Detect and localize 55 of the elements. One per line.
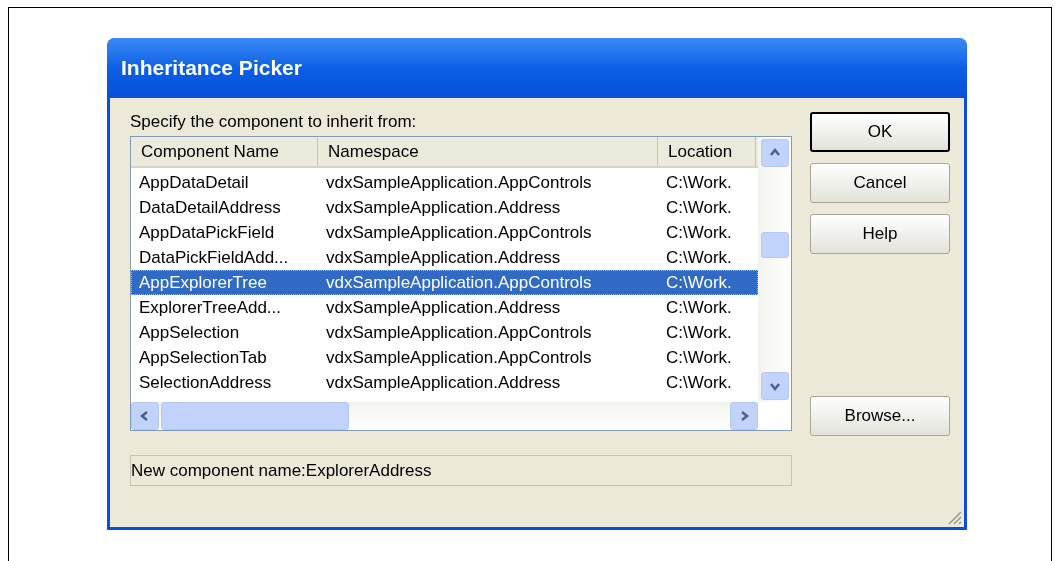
table-cell-text: C:\Work. <box>665 246 733 269</box>
window-title: Inheritance Picker <box>121 55 302 82</box>
table-row[interactable]: AppDataPickField vdxSampleApplication.AppControls C:\Work. <box>131 220 758 245</box>
table-cell-text: C:\Work. <box>665 321 733 344</box>
dialog-button[interactable]: OK <box>810 112 950 152</box>
table-cell-text: AppSelectionTab <box>138 346 268 369</box>
table-cell-text: AppSelection <box>138 321 241 344</box>
table-cell-text: vdxSampleApplication.AppControls <box>325 221 593 244</box>
table-cell-text: C:\Work. <box>665 296 733 319</box>
table-row[interactable]: ExplorerTreeAdd... vdxSampleApplication.Address C:\Work. <box>131 295 758 320</box>
table-cell-text: C:\Work. <box>665 171 733 194</box>
browse-button[interactable]: Browse... <box>810 396 950 436</box>
table-cell-text: vdxSampleApplication.AppControls <box>325 321 593 344</box>
table-row[interactable]: AppSelection vdxSampleApplication.AppControls C:\Work. <box>131 320 758 345</box>
table-cell-text: vdxSampleApplication.Address <box>325 196 562 219</box>
scroll-down-button[interactable] <box>760 372 789 400</box>
table-row[interactable]: AppSelectionTab vdxSampleApplication.AppControls C:\Work. <box>131 345 758 370</box>
table-cell-text: SelectionAddress <box>138 371 273 394</box>
table-cell-text: DataPickFieldAdd... <box>138 246 290 269</box>
table-cell-text: vdxSampleApplication.AppControls <box>325 346 593 369</box>
table-cell-text: C:\Work. <box>665 346 733 369</box>
status-field: New component name:ExplorerAddress <box>130 455 792 486</box>
table-cell-text: vdxSampleApplication.Address <box>325 296 562 319</box>
table-cell-text: C:\Work. <box>665 221 733 244</box>
scroll-thumb[interactable] <box>161 402 349 430</box>
dialog-button[interactable]: Help <box>810 214 950 254</box>
table-cell-text: AppDataDetail <box>138 171 250 194</box>
prompt-label: Specify the component to inherit from: <box>130 112 418 132</box>
table-row[interactable]: DataDetailAddress vdxSampleApplication.Address C:\Work. <box>131 195 758 220</box>
table-cell-text: AppExplorerTree <box>138 271 268 294</box>
scroll-thumb[interactable] <box>760 231 789 258</box>
vertical-scrollbar[interactable] <box>758 137 791 402</box>
table-cell-text: vdxSampleApplication.AppControls <box>325 171 593 194</box>
table-cell-text: vdxSampleApplication.Address <box>325 371 562 394</box>
table-cell-text: AppDataPickField <box>138 221 276 244</box>
scroll-up-button[interactable] <box>760 139 789 167</box>
table-row[interactable]: AppExplorerTree vdxSampleApplication.AppControls C:\Work. <box>131 270 758 295</box>
table-cell-text: C:\Work. <box>665 371 733 394</box>
table-cell-text: C:\Work. <box>665 196 733 219</box>
table-cell-text: DataDetailAddress <box>138 196 282 219</box>
component-list[interactable] <box>130 136 792 431</box>
table-cell-text: ExplorerTreeAdd... <box>138 296 283 319</box>
table-row[interactable]: SelectionAddress vdxSampleApplication.Address C:\Work. <box>131 370 758 395</box>
table-cell-text: C:\Work. <box>665 271 733 294</box>
scroll-right-button[interactable] <box>730 402 758 430</box>
horizontal-scrollbar[interactable] <box>131 402 758 430</box>
column-header[interactable]: Location <box>658 137 756 166</box>
table-cell-text: vdxSampleApplication.AppControls <box>325 271 593 294</box>
table-row[interactable]: AppDataDetail vdxSampleApplication.AppControls C:\Work. <box>131 170 758 195</box>
table-cell-text: vdxSampleApplication.Address <box>325 246 562 269</box>
scroll-left-button[interactable] <box>131 402 159 430</box>
dialog-button[interactable]: Cancel <box>810 163 950 203</box>
table-row[interactable]: DataPickFieldAdd... vdxSampleApplication.Address C:\Work. <box>131 245 758 270</box>
column-header[interactable]: Namespace <box>318 137 658 166</box>
column-header[interactable]: Component Name <box>131 137 318 166</box>
